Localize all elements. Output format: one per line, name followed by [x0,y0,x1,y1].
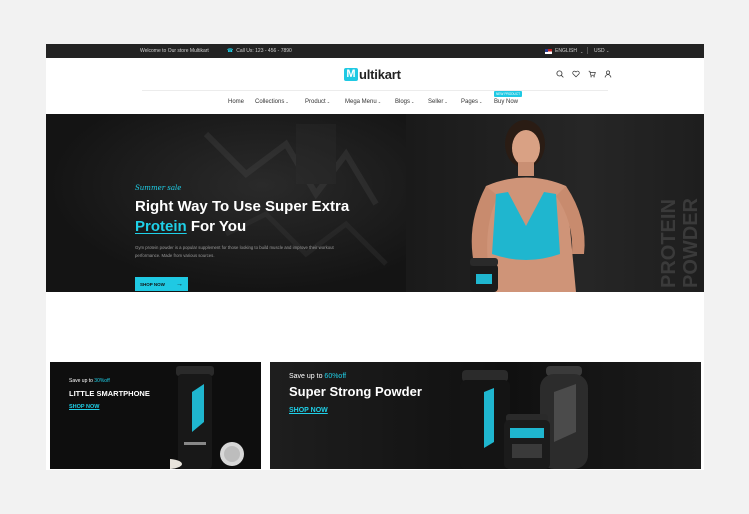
chevron-down-icon: ⌄ [605,48,610,53]
phone-text: Call Us: 123 - 456 - 7890 [236,48,292,54]
currency-label: USD [594,48,605,54]
hero-eyebrow: Summer sale [135,184,182,192]
hero-title-line1: Right Way To Use Super Extra [135,198,350,215]
phone-icon: ☎ [227,48,234,54]
nav-item-seller[interactable]: Seller⌄ [428,99,448,105]
nav-label: Buy Now [494,99,519,105]
offer-prefix: Save up to [69,378,95,384]
currency-selector[interactable]: USD ⌄ [594,48,609,54]
shaker-bottle-image [170,366,244,469]
chevron-down-icon: ⌄ [377,99,382,104]
chevron-down-icon: ⌄ [411,99,415,104]
promo-banner-large[interactable]: Save up to 60%off Super Strong Powder SH… [270,362,701,469]
nav-item-buy-now[interactable]: Buy Now [494,99,518,105]
button-label: SHOP NOW [140,281,165,287]
hero-title-line2: Protein For You [135,218,246,235]
nav-item-blogs[interactable]: Blogs⌄ [395,99,414,105]
nav-item-product[interactable]: Product⌄ [305,99,330,105]
header-actions [556,70,612,78]
heart-icon[interactable] [572,70,580,78]
hero-description: Gym protein powder is a popular suppleme… [135,245,334,258]
nav-label: Seller [428,99,444,105]
nav-item-home[interactable]: Home [228,99,244,105]
banner-title: LITTLE SMARTPHONE [69,389,150,398]
chevron-down-icon: ⌄ [444,99,448,104]
offer-prefix: Save up to [289,373,325,380]
offer-percent: 60%off [324,373,347,380]
us-flag-icon [545,48,552,54]
hero-title-rest: For You [186,218,247,235]
hero-shop-now-button[interactable]: SHOP NOW → [135,277,188,291]
nav-item-mega-menu[interactable]: Mega Menu⌄ [345,99,381,105]
chevron-down-icon: ⌄ [326,99,331,104]
hero-banner: PROTEIN POWDER Summer sale Right Way To … [46,114,704,292]
main-nav: NEW PRODUCT Home Collections⌄ Product⌄ M… [46,91,704,109]
hero-side-text: PROTEIN POWDER [658,198,702,288]
nav-item-collections[interactable]: Collections⌄ [255,99,289,105]
chevron-down-icon: ⌄ [285,99,289,104]
logo-mark: M [344,68,358,81]
header-divider [142,90,608,91]
new-product-badge: NEW PRODUCT [494,91,523,97]
banner-offer-text: Save up to 30%off [69,378,110,384]
offer-percent: 30%off [94,378,110,384]
nav-item-pages[interactable]: Pages⌄ [461,99,482,105]
arrow-right-icon: → [176,280,183,288]
promo-banner-small[interactable]: Save up to 30%off LITTLE SMARTPHONE SHOP… [50,362,261,469]
divider [587,47,588,54]
banner-offer-text: Save up to 60%off [289,373,346,380]
user-icon[interactable] [604,70,612,78]
nav-label: Collections [255,99,285,105]
nav-label: Product [305,99,326,105]
chevron-down-icon: ⌄ [479,99,483,104]
athlete-image [470,120,585,292]
banner-shop-now-link[interactable]: SHOP NOW [69,404,99,410]
banner-title: Super Strong Powder [289,384,422,399]
protein-tubs-image [460,366,588,469]
phone-info: ☎ Call Us: 123 - 456 - 7890 [227,48,292,54]
welcome-text: Welcome to Our store Multikart [140,48,209,54]
logo-text: ultikart [359,67,401,82]
chevron-down-icon: ⌄ [579,48,584,54]
search-icon[interactable] [556,70,564,78]
language-label: ENGLISH [555,48,577,54]
nav-label: Home [228,99,245,105]
top-bar: Welcome to Our store Multikart ☎ Call Us… [46,44,704,58]
cart-icon[interactable] [588,70,596,78]
nav-label: Mega Menu [345,99,377,105]
hero-title-highlight: Protein [135,218,187,235]
banner-shop-now-link[interactable]: SHOP NOW [289,407,328,414]
site-logo[interactable]: M ultikart [344,67,401,82]
nav-label: Pages [461,99,479,105]
language-selector[interactable]: ENGLISH ⌄ [545,48,583,54]
nav-label: Blogs [395,99,411,105]
browser-page: Welcome to Our store Multikart ☎ Call Us… [46,44,704,470]
